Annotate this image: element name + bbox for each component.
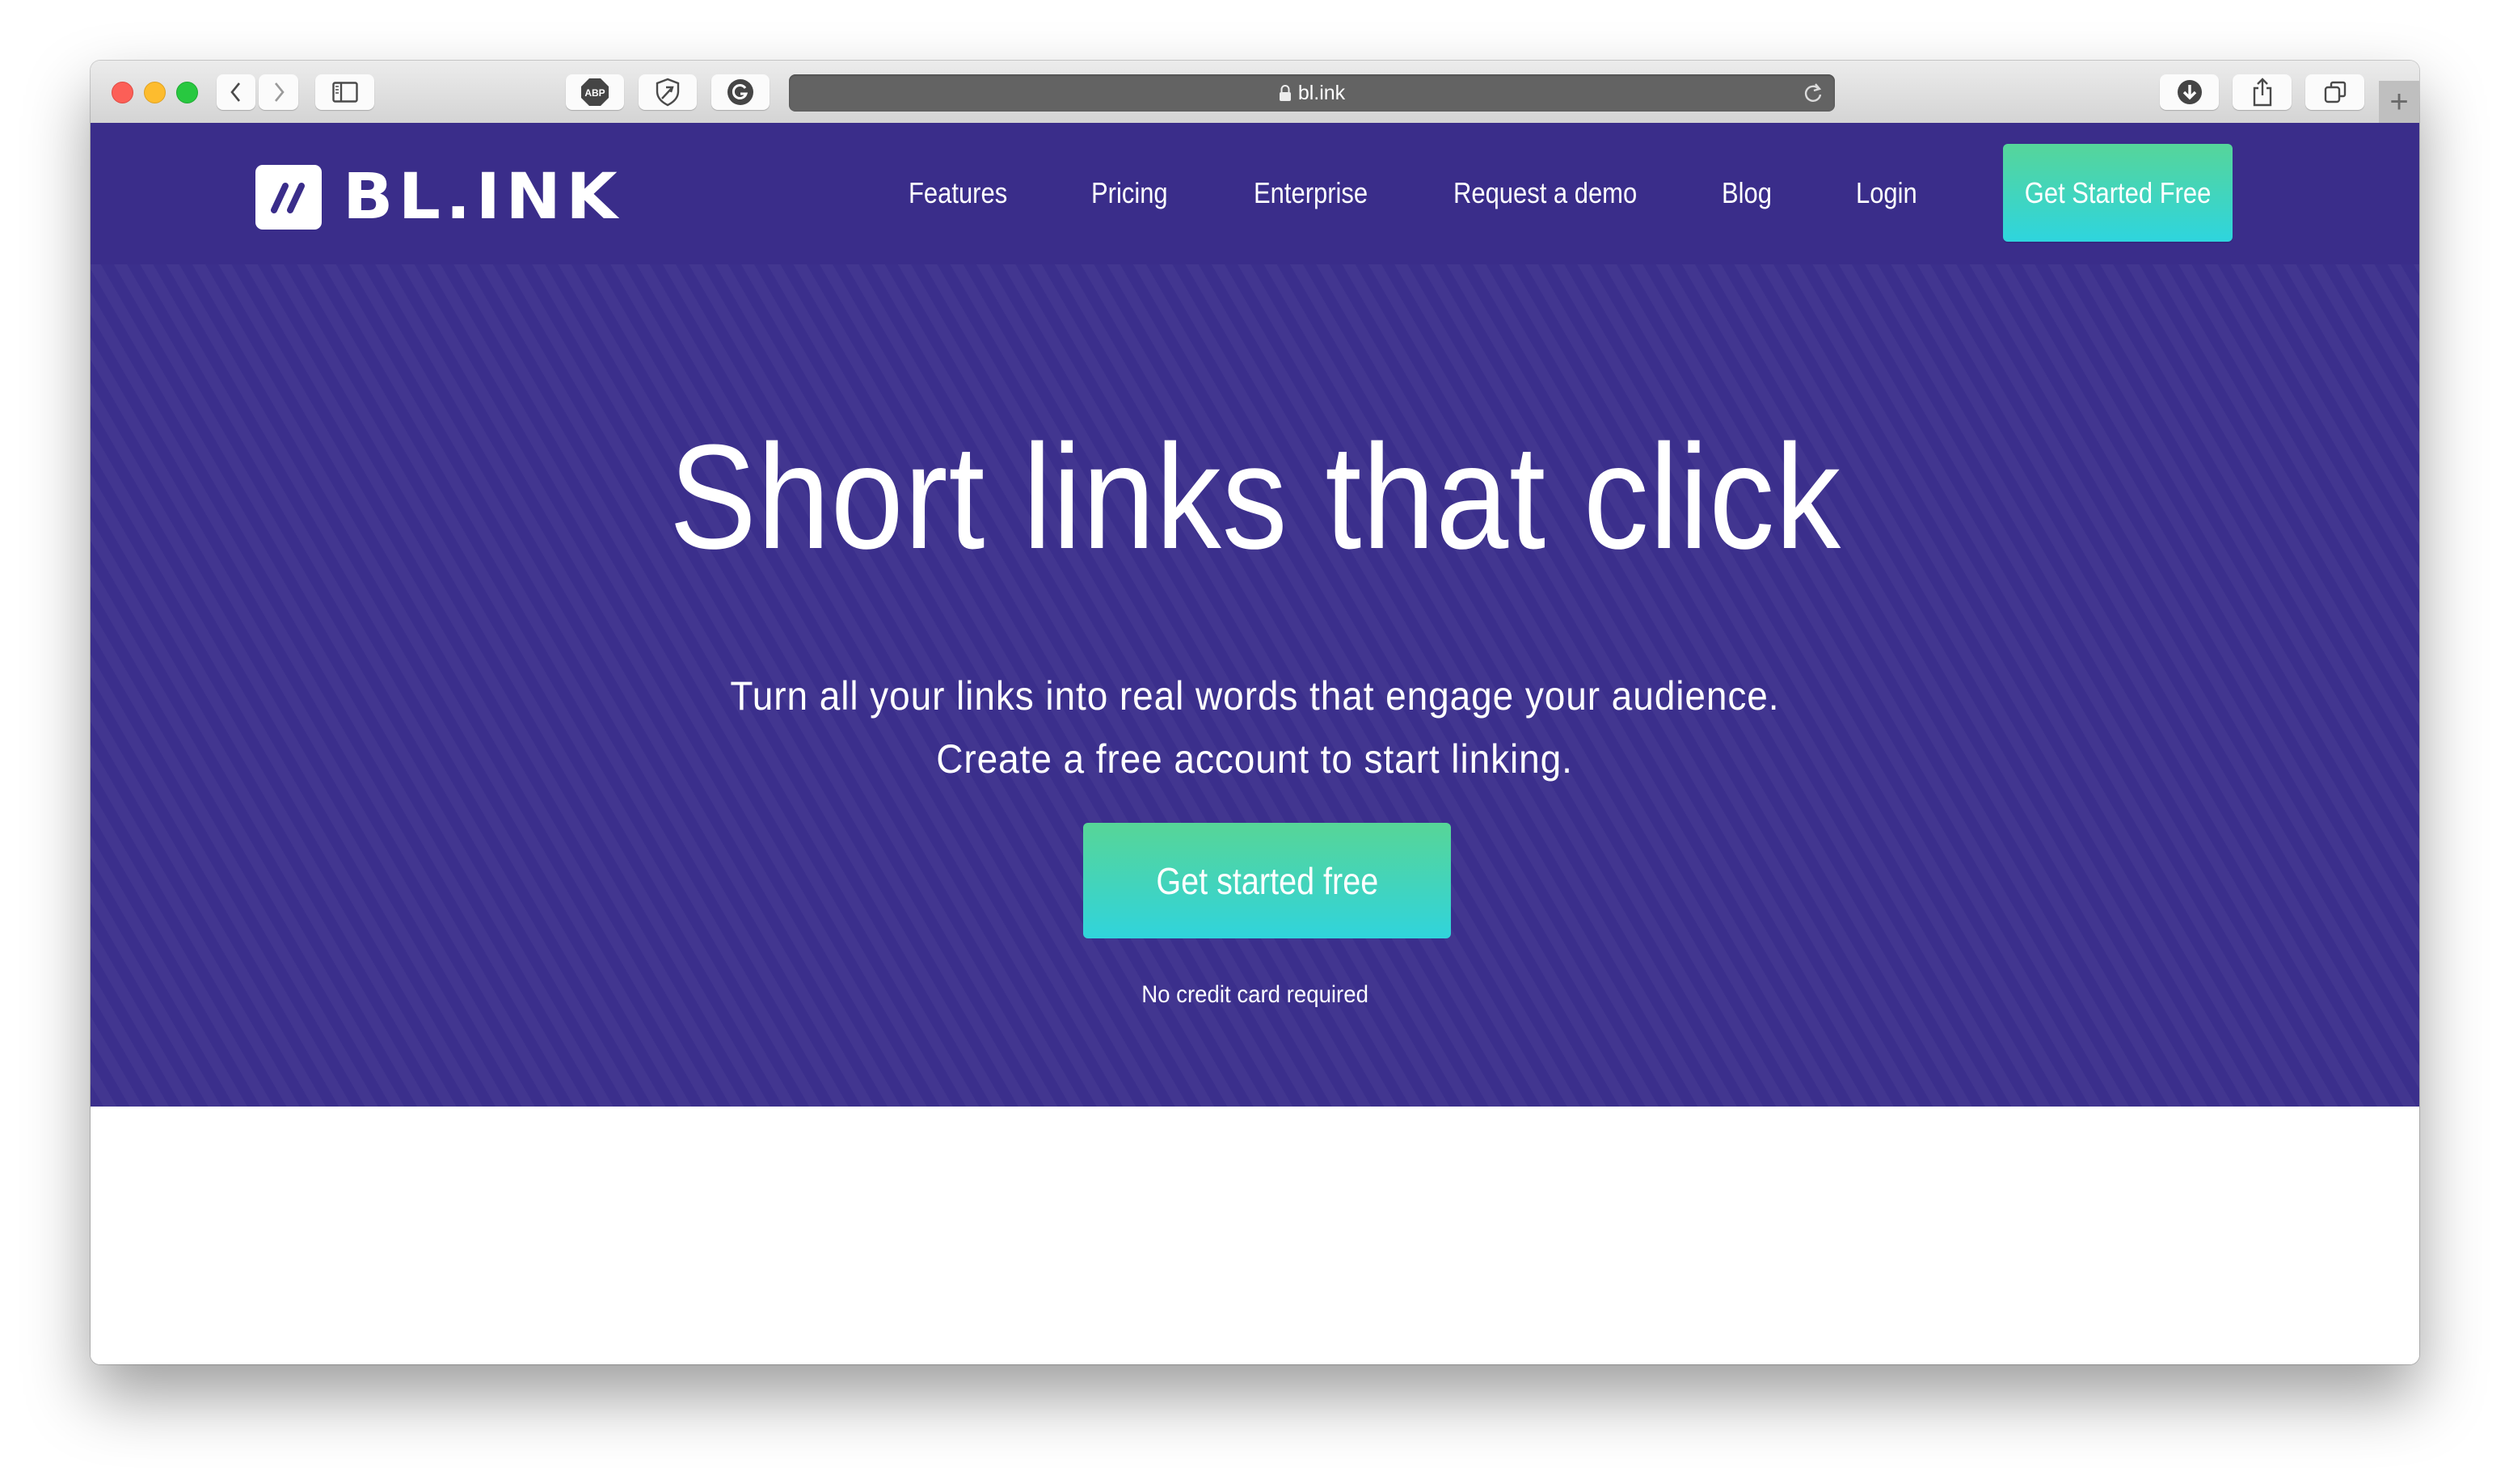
get-started-free-nav-button[interactable]: Get Started Free <box>2003 144 2233 242</box>
back-button[interactable] <box>217 74 255 110</box>
chevron-left-icon <box>230 82 241 102</box>
close-window-button[interactable] <box>112 82 133 103</box>
share-button[interactable] <box>2233 74 2292 110</box>
tabs-icon <box>2324 81 2346 103</box>
hero-subtitle-line-2-text: Create a free account to start linking. <box>936 736 1574 782</box>
adblock-plus-icon: ABP <box>581 78 609 106</box>
minimize-window-button[interactable] <box>144 82 166 103</box>
nav-blog[interactable]: Blog <box>1722 176 1772 210</box>
download-icon <box>2177 80 2202 104</box>
share-icon <box>2253 78 2271 107</box>
grammarly-extension-button[interactable] <box>711 74 770 110</box>
reload-icon[interactable] <box>1803 82 1824 110</box>
hero-subtitle-line-1: Turn all your links into real words that… <box>91 676 2419 716</box>
chevron-right-icon <box>274 82 285 102</box>
content-area <box>91 1107 2419 1364</box>
get-started-free-nav-label: Get Started Free <box>2024 175 2212 209</box>
lock-icon <box>1279 84 1292 102</box>
zoom-window-button[interactable] <box>176 82 198 103</box>
forward-button[interactable] <box>259 74 298 110</box>
grammarly-icon <box>727 79 753 105</box>
hero-subtitle-line-2: Create a free account to start linking. <box>91 739 2419 779</box>
tab-overview-button[interactable] <box>2305 74 2364 110</box>
nav-features[interactable]: Features <box>909 176 1007 210</box>
nav-request-demo[interactable]: Request a demo <box>1453 176 1637 210</box>
get-started-free-hero-button[interactable]: Get started free <box>1083 823 1451 938</box>
hero-section: BL.INK Features Pricing Enterprise Reque… <box>91 123 2419 1107</box>
hero-subtitle-line-1-text: Turn all your links into real words that… <box>730 673 1780 719</box>
sidebar-icon <box>331 82 358 103</box>
main-nav: Features Pricing Enterprise Request a de… <box>91 123 2419 264</box>
nav-enterprise[interactable]: Enterprise <box>1254 176 1368 210</box>
browser-toolbar: ABP bl.ink + <box>91 61 2419 124</box>
privacy-extension-button[interactable] <box>639 74 697 110</box>
no-credit-card-note-text: No credit card required <box>1141 981 1368 1008</box>
sidebar-toggle-button[interactable] <box>315 74 374 110</box>
adblock-extension-button[interactable]: ABP <box>566 74 624 110</box>
hero-title-text: Short links that click <box>668 413 1841 580</box>
address-bar[interactable]: bl.ink <box>789 74 1835 112</box>
page-content: BL.INK Features Pricing Enterprise Reque… <box>91 123 2419 1364</box>
url-text: bl.ink <box>1297 81 1346 104</box>
plus-icon: + <box>2389 83 2409 120</box>
new-tab-button[interactable]: + <box>2379 81 2419 123</box>
hero-title: Short links that click <box>91 422 2419 571</box>
site-header: BL.INK Features Pricing Enterprise Reque… <box>91 123 2419 264</box>
get-started-free-hero-label: Get started free <box>1156 859 1378 902</box>
svg-text:ABP: ABP <box>584 87 605 99</box>
nav-login[interactable]: Login <box>1856 176 1917 210</box>
nav-pricing[interactable]: Pricing <box>1091 176 1168 210</box>
downloads-button[interactable] <box>2160 74 2219 110</box>
no-credit-card-note: No credit card required <box>91 981 2419 1009</box>
shield-icon <box>656 78 680 107</box>
browser-window: ABP bl.ink + BL.INK Features Pricing Ent… <box>91 61 2419 1364</box>
